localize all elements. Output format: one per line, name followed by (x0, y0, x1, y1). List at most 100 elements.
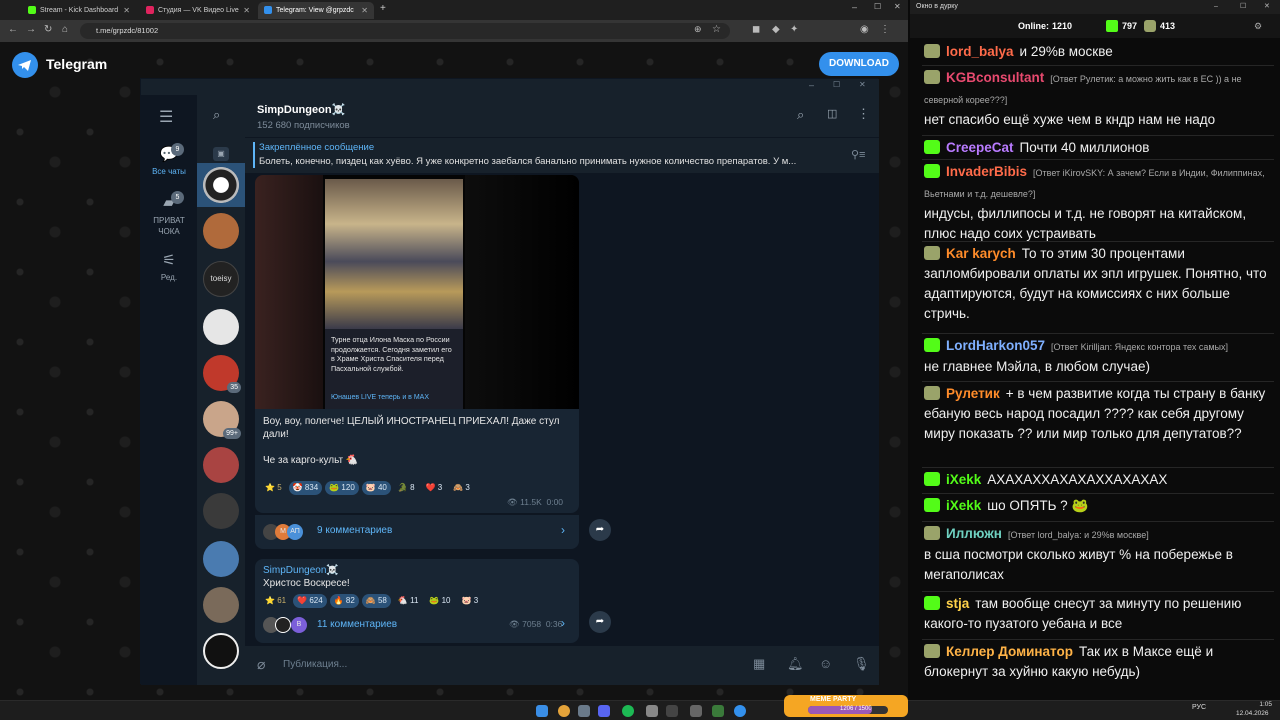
reaction[interactable]: 🤡 834 (288, 481, 323, 495)
tab-vk-studio[interactable]: Студия — VK Видео Live ✕ (140, 2, 256, 19)
sidebar-toggle-icon[interactable]: ◫ (827, 107, 837, 120)
minimize-icon[interactable]: – (809, 80, 814, 90)
menu-kebab-icon[interactable]: ⋮ (880, 24, 890, 35)
clock-time[interactable]: 1:05 (1242, 701, 1272, 708)
chat-username[interactable]: LordHarkon057 (946, 338, 1045, 353)
chat-avatar[interactable] (203, 587, 239, 623)
chat-username[interactable]: stja (946, 596, 969, 611)
chat-username[interactable]: Рулетик (946, 386, 1000, 401)
chat-username[interactable]: iXekk (946, 472, 981, 487)
chat-avatar[interactable] (203, 309, 239, 345)
clock-date[interactable]: 12.04.2026 (1236, 710, 1269, 717)
spotify-icon[interactable] (622, 705, 634, 717)
reaction[interactable]: 🙈 58 (361, 594, 391, 608)
close-tab-icon[interactable]: ✕ (243, 2, 250, 19)
chat-avatar[interactable] (203, 633, 239, 669)
reaction[interactable]: 🔥 82 (329, 594, 359, 608)
chat-username[interactable]: Иллюжн (946, 526, 1002, 541)
chat-username[interactable]: Келлер Доминатор (946, 644, 1073, 659)
app-icon[interactable] (646, 705, 658, 717)
maximize-icon[interactable]: ☐ (1240, 0, 1246, 14)
meme-party-widget[interactable]: MEME PARTY 1206 / 1500 (784, 695, 908, 717)
share-button[interactable]: ➦ (589, 611, 611, 633)
close-window-icon[interactable]: ✕ (894, 2, 901, 11)
channel-header[interactable]: SimpDungeon☠️ 152 680 подписчиков ⌕ ◫ ⋮ (245, 95, 879, 137)
reaction[interactable]: 🙈 3 (449, 481, 474, 495)
close-tab-icon[interactable]: ✕ (123, 2, 130, 19)
minimize-icon[interactable]: – (852, 2, 857, 12)
chat-avatar[interactable] (203, 493, 239, 529)
close-tab-icon[interactable]: ✕ (361, 2, 368, 19)
download-button[interactable]: DOWNLOAD (819, 52, 899, 76)
settings-gear-icon[interactable]: ⚙ (1254, 14, 1262, 38)
chat-username[interactable]: lord_balya (946, 44, 1014, 59)
extensions-puzzle-icon[interactable]: ✦ (790, 24, 798, 35)
search-icon[interactable]: ⌕ (797, 107, 804, 123)
app-icon[interactable] (578, 705, 590, 717)
pinned-list-icon[interactable]: ⚲≡ (851, 148, 865, 161)
close-icon[interactable]: ✕ (1264, 0, 1270, 14)
extension-icon[interactable]: ◆ (772, 24, 780, 35)
discord-icon[interactable] (598, 705, 610, 717)
reaction-star[interactable]: ⭐ 5 (261, 481, 286, 495)
profile-icon[interactable]: ◉ (860, 24, 869, 35)
bell-icon[interactable]: 🔔︎ (787, 656, 804, 672)
reload-icon[interactable]: ↻ (44, 24, 52, 35)
chat-avatar[interactable]: 99+ (203, 401, 241, 439)
chat-avatar[interactable] (203, 541, 239, 577)
pinned-message-bar[interactable]: Закреплённое сообщение Болеть, конечно, … (245, 137, 879, 173)
app-icon[interactable] (712, 705, 724, 717)
language-indicator[interactable]: РУС (1192, 704, 1206, 711)
chat-username[interactable]: CreepeCat (946, 140, 1014, 155)
folder-edit[interactable]: ⚟ Ред. (141, 253, 197, 283)
reaction[interactable]: 🐊 8 (394, 481, 419, 495)
search-icon[interactable]: ⌕ (213, 107, 220, 123)
reaction[interactable]: 🐸 120 (325, 481, 359, 495)
folder-privat[interactable]: ▰ 5 ПРИВАТ ЧОКА (141, 191, 197, 237)
chat-avatar[interactable]: 35 (203, 355, 241, 393)
bookmark-star-icon[interactable]: ☆ (712, 24, 721, 35)
chat-username[interactable]: iXekk (946, 498, 981, 513)
home-icon[interactable]: ⌂ (62, 24, 68, 35)
chat-avatar[interactable]: toeisy (203, 261, 239, 297)
post-video[interactable]: Турне отца Илона Маска по России продолж… (255, 175, 579, 409)
chat-item-selected[interactable] (197, 163, 245, 207)
zoom-icon[interactable]: ⊕ (694, 24, 702, 35)
folder-all-chats[interactable]: 💬 9 Все чаты (141, 143, 197, 176)
attach-paperclip-icon[interactable]: ⌀ (257, 656, 265, 673)
chat-username[interactable]: InvaderBibis (946, 164, 1027, 179)
minimize-icon[interactable]: – (1214, 0, 1218, 14)
reaction[interactable]: ❤️ 624 (293, 594, 327, 608)
close-icon[interactable]: ✕ (859, 80, 866, 89)
reaction[interactable]: ❤️ 3 (422, 481, 447, 495)
new-tab-button[interactable]: + (380, 3, 386, 14)
tab-telegram[interactable]: Telegram: View @grpzdc ✕ (258, 2, 374, 19)
chrome-icon[interactable] (558, 705, 570, 717)
telegram-icon[interactable] (734, 705, 746, 717)
start-windows-icon[interactable] (536, 705, 548, 717)
chat-avatar[interactable] (203, 447, 239, 483)
forward-icon[interactable]: → (26, 24, 36, 35)
reaction[interactable]: 🐸 10 (425, 594, 454, 608)
chat-avatar[interactable] (203, 213, 239, 249)
maximize-icon[interactable]: ☐ (874, 2, 881, 11)
tab-kick-dashboard[interactable]: Stream - Kick Dashboard ✕ (22, 2, 136, 19)
obs-icon[interactable] (666, 705, 678, 717)
share-button[interactable]: ➦ (589, 519, 611, 541)
more-menu-icon[interactable]: ⋮ (857, 106, 870, 122)
schedule-calendar-icon[interactable]: ▦ (753, 656, 765, 672)
back-icon[interactable]: ← (8, 24, 18, 35)
reaction[interactable]: 🐔 11 (394, 594, 423, 608)
maximize-icon[interactable]: ☐ (833, 80, 840, 89)
chat-username[interactable]: Kar karych (946, 246, 1016, 261)
archive-icon[interactable]: ▣ (213, 147, 229, 161)
app-icon[interactable] (690, 705, 702, 717)
hamburger-menu-icon[interactable]: ☰ (159, 107, 173, 127)
url-field[interactable]: t.me/grpzdc/81002 (80, 23, 730, 39)
comments-bar[interactable]: М АП 9 комментариев › (255, 515, 579, 549)
extension-icon[interactable]: ◼ (752, 24, 760, 35)
microphone-icon[interactable]: 🎙︎ (853, 656, 870, 672)
reaction[interactable]: 🐷 40 (361, 481, 391, 495)
reaction-star[interactable]: ⭐ 61 (261, 594, 290, 608)
emoji-icon[interactable]: ☺ (819, 656, 832, 671)
